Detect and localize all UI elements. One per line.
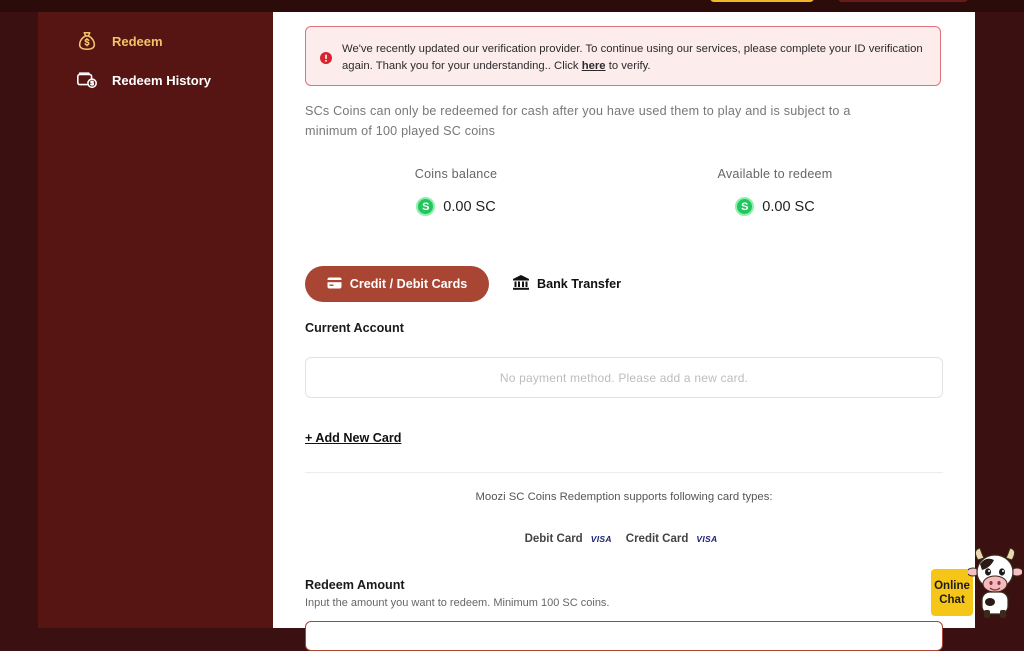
sidebar-item-redeem[interactable]: Redeem	[76, 30, 163, 52]
coins-balance-label: Coins balance	[414, 167, 498, 181]
coins-balance-value: 0.00 SC	[443, 198, 496, 215]
sidebar: Redeem Redeem History	[38, 12, 273, 628]
cow-mascot-icon[interactable]	[966, 546, 1024, 623]
current-account-title: Current Account	[305, 321, 404, 335]
add-new-card-link[interactable]: + Add New Card	[305, 431, 401, 445]
sidebar-item-label: Redeem History	[112, 72, 211, 88]
card-type-label: Debit Card	[524, 533, 583, 545]
money-bag-icon	[76, 30, 98, 52]
redemption-notice: SCs Coins can only be redeemed for cash …	[305, 104, 851, 138]
available-to-redeem: Available to redeem S 0.00 SC	[675, 167, 875, 216]
redeem-panel: We've recently updated our verification …	[273, 12, 975, 651]
chat-label-line1: Online	[934, 579, 970, 592]
bank-icon	[513, 275, 529, 293]
alert-circle-icon	[320, 51, 332, 69]
sidebar-item-redeem-history[interactable]: Redeem History	[76, 69, 211, 91]
visa-logo-icon: VISA	[696, 534, 718, 544]
tab-label: Credit / Debit Cards	[349, 277, 468, 291]
card-type-label: Credit Card	[625, 533, 689, 545]
wallet-icon	[76, 69, 98, 91]
top-bar-yellow-button[interactable]	[710, 0, 814, 2]
available-to-redeem-value: 0.00 SC	[762, 198, 815, 215]
tab-bank-transfer[interactable]: Bank Transfer	[513, 266, 621, 302]
online-chat-button[interactable]: Online Chat	[931, 569, 973, 616]
sweep-coin-icon: S	[735, 197, 755, 216]
payment-method-list: No payment method. Please add a new card…	[305, 357, 943, 398]
sidebar-item-label: Redeem	[112, 33, 163, 49]
redeem-amount-title: Redeem Amount	[305, 578, 405, 592]
top-bar-dark-button[interactable]	[838, 0, 968, 2]
tab-label: Bank Transfer	[537, 277, 621, 291]
redeem-amount-input[interactable]	[305, 621, 943, 651]
coins-balance: Coins balance S 0.00 SC	[356, 167, 556, 216]
verification-alert: We've recently updated our verification …	[305, 26, 941, 86]
verify-here-link[interactable]: here	[582, 60, 606, 72]
tab-credit-debit-cards[interactable]: Credit / Debit Cards	[305, 266, 489, 302]
divider	[305, 472, 943, 473]
sweep-coin-icon: S	[416, 197, 436, 216]
alert-text: We've recently updated our verification …	[342, 41, 932, 75]
available-to-redeem-label: Available to redeem	[717, 167, 833, 181]
credit-card-icon	[327, 277, 342, 292]
empty-payment-text: No payment method. Please add a new card…	[499, 370, 749, 385]
alert-text-after: to verify.	[605, 60, 651, 72]
redeem-amount-subtitle: Input the amount you want to redeem. Min…	[305, 597, 610, 609]
chat-label-line2: Chat	[939, 593, 965, 606]
card-support-text: Moozi SC Coins Redemption supports follo…	[475, 491, 773, 503]
card-types: Debit Card VISA Credit Card VISA	[305, 533, 943, 545]
visa-logo-icon: VISA	[590, 534, 612, 544]
